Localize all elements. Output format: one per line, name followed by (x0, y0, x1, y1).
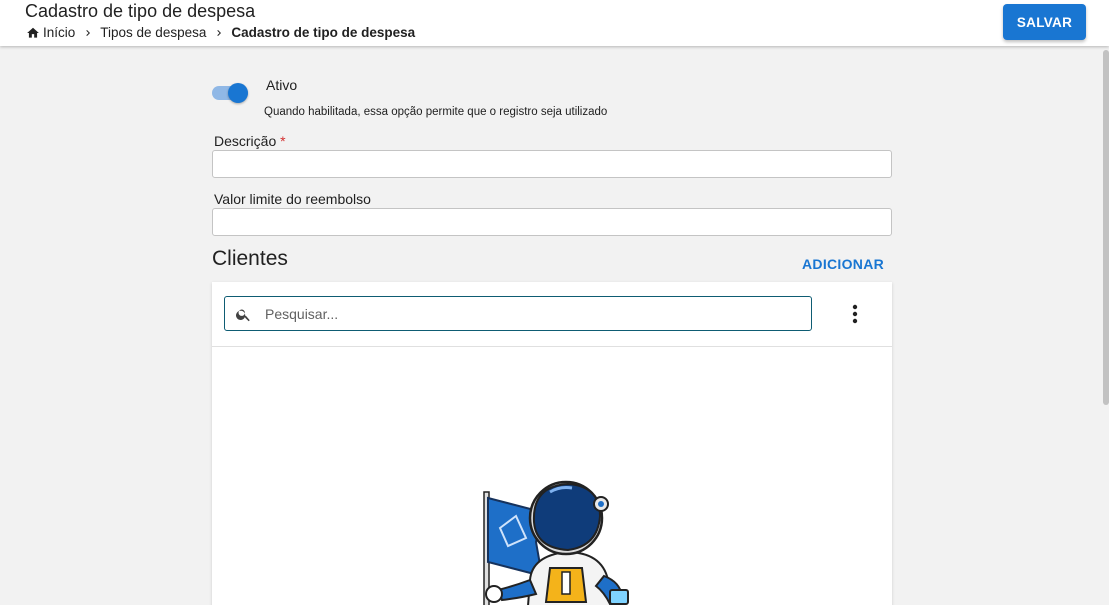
chevron-right-icon (213, 27, 225, 39)
scrollbar-thumb[interactable] (1103, 50, 1109, 405)
clients-section-title: Clientes (212, 247, 288, 270)
reimbursement-limit-label: Valor limite do reembolso (214, 191, 371, 207)
active-toggle[interactable] (212, 82, 250, 104)
page-title: Cadastro de tipo de despesa (25, 1, 256, 21)
required-mark: * (280, 133, 286, 149)
chevron-right-icon (82, 27, 94, 39)
astronaut-mascot-icon (483, 480, 629, 605)
search-input[interactable] (265, 298, 805, 329)
home-icon[interactable] (26, 26, 40, 40)
description-label-text: Descrição (214, 133, 277, 149)
description-label: Descrição * (214, 133, 286, 149)
breadcrumb-current: Cadastro de tipo de despesa (231, 25, 416, 40)
add-client-button[interactable]: ADICIONAR (802, 256, 884, 272)
top-bar: Cadastro de tipo de despesa Início Tipos… (0, 0, 1109, 46)
card-divider (212, 346, 892, 347)
breadcrumb-home[interactable]: Início (43, 25, 75, 40)
active-toggle-label: Ativo (266, 77, 298, 93)
breadcrumb-expense-types[interactable]: Tipos de despesa (100, 25, 206, 40)
active-toggle-help: Quando habilitada, essa opção permite qu… (264, 106, 608, 118)
breadcrumb: Início Tipos de despesa Cadastro de tipo… (26, 25, 415, 40)
toggle-knob (228, 83, 248, 103)
clients-card (212, 282, 892, 605)
save-button[interactable]: SALVAR (1003, 4, 1086, 40)
search-box[interactable] (224, 296, 812, 331)
search-icon (235, 306, 252, 323)
description-field[interactable] (212, 150, 892, 178)
reimbursement-limit-field[interactable] (212, 208, 892, 236)
more-vert-icon[interactable] (844, 302, 866, 326)
